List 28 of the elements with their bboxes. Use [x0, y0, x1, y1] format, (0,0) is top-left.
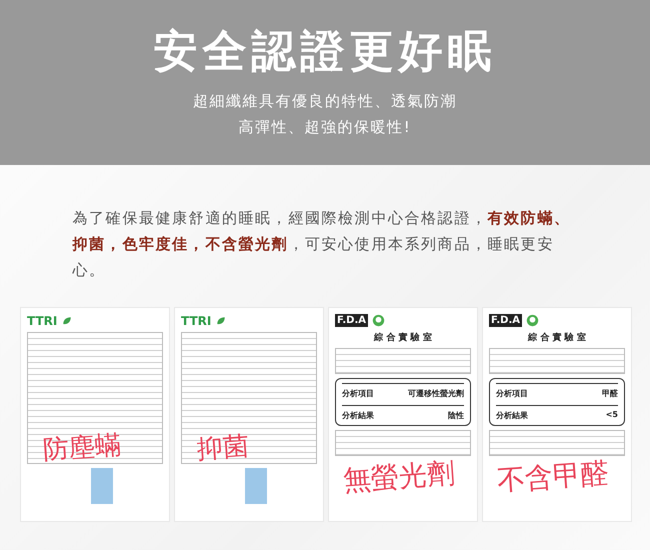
circle-logo-icon [526, 314, 539, 327]
intro-paragraph: 為了確保最健康舒適的睡眠，經國際檢測中心合格認證，有效防蟎、抑菌，色牢度佳，不含螢光劑，可安心使用本系列商品，睡眠更安心。 [72, 208, 572, 281]
logo-text: F.D.A [489, 314, 522, 327]
result-value: 甲醛 [602, 388, 618, 399]
result-label: 分析項目 [496, 388, 528, 399]
logo-text: F.D.A [335, 314, 368, 327]
logo-text: TTRI [181, 314, 212, 328]
leaf-logo-icon [215, 315, 228, 327]
seal-block [91, 468, 113, 504]
result-value: 陰性 [448, 410, 464, 421]
logo-text: TTRI [27, 314, 58, 328]
subtitle-line: 高彈性、超強的保暖性! [238, 117, 412, 138]
circle-logo-icon [372, 314, 385, 327]
stamp-text: 無螢光劑 [342, 455, 456, 499]
seal-block [245, 468, 267, 504]
result-label: 分析結果 [496, 410, 528, 421]
stamp-text: 防塵蟎 [42, 429, 122, 468]
stamp-text: 抑菌 [196, 430, 250, 467]
page-title: 安全認證更好眠 [154, 28, 496, 76]
result-label: 分析結果 [342, 410, 374, 421]
result-value: <5 [606, 410, 618, 421]
document-heading: 綜 合 實 驗 室 [372, 331, 433, 344]
subtitle-line: 超細纖維具有優良的特性、透氣防潮 [193, 91, 457, 112]
result-label: 分析項目 [342, 388, 374, 399]
document-heading: 綜 合 實 驗 室 [526, 331, 587, 344]
leaf-logo-icon [61, 315, 74, 327]
stamp-text: 不含甲醛 [496, 455, 610, 499]
result-value: 可遷移性螢光劑 [408, 388, 464, 399]
